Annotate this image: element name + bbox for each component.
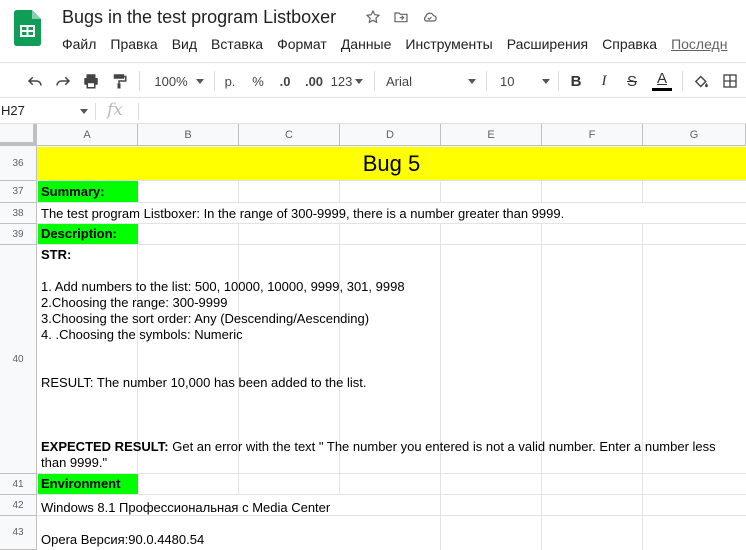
environment-label-cell[interactable]: Environment xyxy=(38,474,138,494)
last-edit-link[interactable]: Последн xyxy=(671,36,727,52)
row-header-39[interactable]: 39 xyxy=(0,224,37,245)
description-label-cell[interactable]: Description: xyxy=(38,224,138,244)
toolbar: 100% р. % .0 .00 123 Arial 10 B I S A xyxy=(0,62,746,98)
zoom-select[interactable]: 100% xyxy=(152,69,206,93)
bug-title-banner[interactable]: Bug 5 xyxy=(37,147,746,180)
menu-edit[interactable]: Правка xyxy=(110,36,157,52)
percent-format-button[interactable]: % xyxy=(250,69,266,93)
environment-os-cell[interactable]: Windows 8.1 Профессиональная с Media Cen… xyxy=(41,495,330,516)
menu-extensions[interactable]: Расширения xyxy=(507,36,588,52)
column-header-d[interactable]: D xyxy=(340,124,441,146)
row-header-40[interactable]: 40 xyxy=(0,245,37,474)
menu-data[interactable]: Данные xyxy=(341,36,392,52)
decrease-decimal-button[interactable]: .0 xyxy=(274,69,296,93)
zoom-value: 100% xyxy=(154,73,188,89)
strikethrough-button[interactable]: S xyxy=(622,69,642,93)
column-header-e[interactable]: E xyxy=(441,124,542,146)
fx-icon: fx xyxy=(107,100,123,120)
spreadsheet-grid[interactable]: A B C D E F G 36 37 38 39 40 41 42 43 Bu… xyxy=(0,124,746,550)
select-all-corner[interactable] xyxy=(0,124,37,146)
more-formats-select[interactable]: 123 xyxy=(330,69,364,93)
font-family-select[interactable]: Arial xyxy=(386,69,476,93)
text-color-button[interactable]: A xyxy=(650,69,674,93)
move-folder-icon[interactable] xyxy=(392,8,410,26)
menu-tools[interactable]: Инструменты xyxy=(405,36,492,52)
document-title[interactable]: Bugs in the test program Listboxer xyxy=(62,7,336,28)
currency-format-button[interactable]: р. xyxy=(222,69,238,93)
result-text: RESULT: The number 10,000 has been added… xyxy=(41,375,367,390)
description-content-cell[interactable]: STR: 1. Add numbers to the list: 500, 10… xyxy=(41,247,716,471)
italic-button[interactable]: I xyxy=(594,69,614,93)
redo-icon[interactable] xyxy=(52,69,74,93)
column-header-b[interactable]: B xyxy=(138,124,239,146)
menu-view[interactable]: Вид xyxy=(172,36,197,52)
column-header-c[interactable]: C xyxy=(239,124,340,146)
bold-button[interactable]: B xyxy=(566,69,586,93)
fill-color-icon[interactable] xyxy=(691,69,711,93)
summary-label-cell[interactable]: Summary: xyxy=(38,181,138,202)
font-size-select[interactable]: 10 xyxy=(500,69,550,93)
menu-bar: Файл Правка Вид Вставка Формат Данные Ин… xyxy=(62,36,741,52)
step-1: 1. Add numbers to the list: 500, 10000, … xyxy=(41,279,405,294)
sheets-logo-icon[interactable] xyxy=(14,10,41,46)
borders-icon[interactable] xyxy=(720,69,740,93)
undo-icon[interactable] xyxy=(24,69,46,93)
expected-result-text: Get an error with the text " The number … xyxy=(168,439,716,454)
text-color-swatch xyxy=(652,87,672,91)
cloud-status-icon[interactable] xyxy=(420,8,438,26)
row-header-36[interactable]: 36 xyxy=(0,146,37,181)
increase-decimal-button[interactable]: .00 xyxy=(302,69,326,93)
row-header-42[interactable]: 42 xyxy=(0,495,37,516)
environment-browser-cell[interactable]: Opera Версия:90.0.4480.54 xyxy=(41,516,204,550)
str-title: STR: xyxy=(41,247,72,262)
menu-help[interactable]: Справка xyxy=(602,36,657,52)
column-header-a[interactable]: A xyxy=(37,124,138,146)
step-2: 2.Choosing the range: 300-9999 xyxy=(41,295,228,310)
step-4: 4. .Choosing the symbols: Numeric xyxy=(41,327,243,342)
star-icon[interactable] xyxy=(364,8,382,26)
menu-insert[interactable]: Вставка xyxy=(211,36,263,52)
font-family-value: Arial xyxy=(386,73,413,89)
menu-format[interactable]: Формат xyxy=(277,36,327,52)
font-size-value: 10 xyxy=(500,73,515,89)
step-3: 3.Choosing the sort order: Any (Descendi… xyxy=(41,311,370,326)
column-header-g[interactable]: G xyxy=(643,124,746,146)
expected-result-label: EXPECTED RESULT: xyxy=(41,439,169,454)
summary-text-cell[interactable]: The test program Listboxer: In the range… xyxy=(41,203,564,224)
print-icon[interactable] xyxy=(80,69,102,93)
title-bar: Bugs in the test program Listboxer Файл … xyxy=(0,0,746,58)
row-header-43[interactable]: 43 xyxy=(0,516,37,550)
menu-file[interactable]: Файл xyxy=(62,36,96,52)
formula-bar: H27 fx xyxy=(0,99,746,124)
more-formats-label: 123 xyxy=(330,73,353,89)
row-header-41[interactable]: 41 xyxy=(0,474,37,495)
expected-result-text-line2: than 9999." xyxy=(41,455,108,470)
row-header-37[interactable]: 37 xyxy=(0,181,37,203)
text-color-letter: A xyxy=(656,69,667,87)
name-box-dropdown-icon[interactable] xyxy=(80,109,88,114)
row-header-38[interactable]: 38 xyxy=(0,203,37,224)
column-header-f[interactable]: F xyxy=(542,124,643,146)
paint-format-icon[interactable] xyxy=(108,69,130,93)
